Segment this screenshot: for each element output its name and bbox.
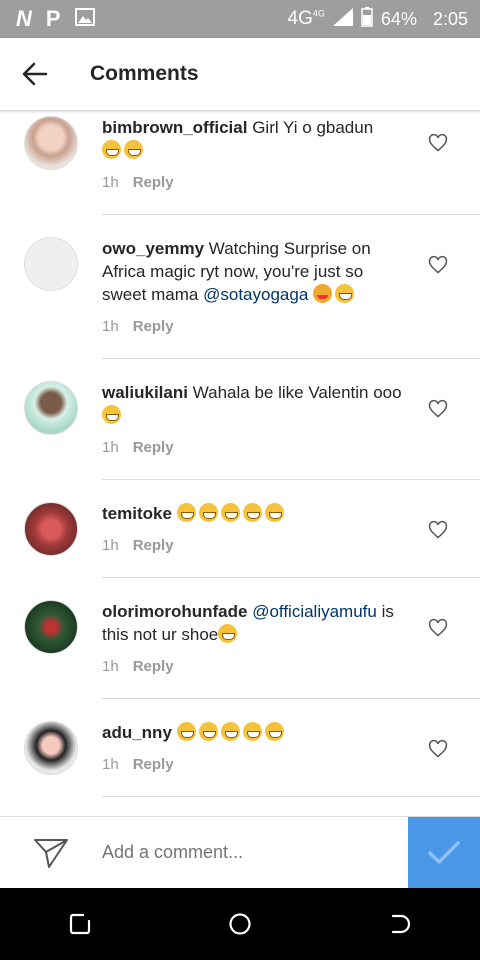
comment-time: 1h: [102, 174, 119, 191]
grin-emoji-icon: [264, 722, 284, 741]
smiling-emoji-icon: [335, 284, 355, 303]
home-circle-icon: [229, 913, 251, 935]
back-nav-icon: [391, 914, 411, 934]
back-nav-button[interactable]: [370, 894, 430, 954]
reply-button[interactable]: Reply: [133, 174, 174, 191]
reply-button[interactable]: Reply: [133, 537, 174, 554]
navigation-bar: [0, 888, 480, 960]
n-notification-icon: N: [16, 6, 32, 31]
grin-emoji-icon: [242, 722, 262, 741]
grin-emoji-icon: [218, 624, 238, 643]
avatar[interactable]: [24, 600, 78, 654]
comment-item: olorimorohunfade @officialiyamufu is thi…: [0, 578, 480, 699]
reply-button[interactable]: Reply: [133, 658, 174, 675]
mention-link[interactable]: @officialiyamufu: [252, 602, 377, 621]
direct-share-button[interactable]: [0, 817, 102, 889]
post-comment-button[interactable]: [408, 817, 480, 889]
comment-input[interactable]: [102, 842, 402, 863]
grin-emoji-icon: [198, 722, 218, 741]
comment-item: bimbrown_official Girl Yi o gbadun 1h Re…: [0, 110, 480, 215]
paper-plane-icon: [34, 838, 68, 868]
username[interactable]: temitoke: [102, 504, 172, 523]
like-heart-icon[interactable]: [428, 399, 448, 419]
grin-emoji-icon: [176, 722, 196, 741]
battery-percent: 64%: [380, 8, 417, 29]
comment-time: 1h: [102, 318, 119, 335]
username[interactable]: adu_nny: [102, 723, 172, 742]
grin-emoji-icon: [264, 503, 284, 522]
username[interactable]: olorimorohunfade: [102, 602, 247, 621]
comment-composer: [0, 816, 480, 889]
reply-button[interactable]: Reply: [133, 439, 174, 456]
grin-emoji-icon: [242, 503, 262, 522]
back-arrow-icon: [22, 62, 48, 86]
like-heart-icon[interactable]: [428, 520, 448, 540]
comment-time: 1h: [102, 439, 119, 456]
comment-item: adu_nny 1h Reply: [0, 699, 480, 797]
username[interactable]: bimbrown_official: [102, 118, 247, 137]
avatar[interactable]: [24, 116, 78, 170]
p-notification-icon: P: [45, 6, 61, 31]
reply-button[interactable]: Reply: [133, 318, 174, 335]
comment-text: Girl Yi o gbadun: [252, 118, 374, 137]
grin-emoji-icon: [102, 140, 121, 159]
comment-list[interactable]: bimbrown_official Girl Yi o gbadun 1h Re…: [0, 110, 480, 816]
like-heart-icon[interactable]: [428, 739, 448, 759]
avatar[interactable]: [24, 381, 78, 435]
header: Comments: [0, 38, 480, 110]
heart-eyes-emoji-icon: [313, 284, 333, 303]
battery-icon: [361, 6, 373, 32]
comment-item: owo_yemmy Watching Surprise on Africa ma…: [0, 215, 480, 359]
like-heart-icon[interactable]: [428, 618, 448, 638]
grin-emoji-icon: [102, 405, 121, 424]
comment-text: Wahala be like Valentin ooo: [192, 383, 402, 402]
reply-button[interactable]: Reply: [133, 756, 174, 773]
comment-item: waliukilani Wahala be like Valentin ooo …: [0, 359, 480, 480]
status-bar: N P 4G4G 64% 2:05: [0, 0, 480, 38]
avatar[interactable]: [24, 721, 78, 775]
grin-emoji-icon: [176, 503, 196, 522]
divider: [102, 796, 480, 797]
signal-icon: [332, 7, 353, 31]
like-heart-icon[interactable]: [428, 133, 448, 153]
grin-emoji-icon: [198, 503, 218, 522]
back-button[interactable]: [0, 38, 70, 110]
network-indicator: 4G4G: [287, 8, 325, 29]
checkmark-icon: [428, 841, 460, 864]
page-title: Comments: [90, 62, 199, 85]
grin-emoji-icon: [220, 722, 240, 741]
recent-apps-button[interactable]: [50, 894, 110, 954]
avatar[interactable]: [24, 237, 78, 291]
home-button[interactable]: [210, 894, 270, 954]
avatar[interactable]: [24, 502, 78, 556]
grin-emoji-icon: [124, 140, 143, 159]
clock: 2:05: [432, 8, 468, 29]
image-notification-icon: [74, 7, 95, 31]
username[interactable]: owo_yemmy: [102, 239, 204, 258]
comment-item: temitoke 1h Reply: [0, 480, 480, 578]
comment-time: 1h: [102, 658, 119, 675]
grin-emoji-icon: [220, 503, 240, 522]
recent-apps-icon: [69, 913, 91, 935]
mention-link[interactable]: @sotayogaga: [203, 285, 308, 304]
like-heart-icon[interactable]: [428, 255, 448, 275]
comment-time: 1h: [102, 537, 119, 554]
username[interactable]: waliukilani: [102, 383, 188, 402]
comment-time: 1h: [102, 756, 119, 773]
